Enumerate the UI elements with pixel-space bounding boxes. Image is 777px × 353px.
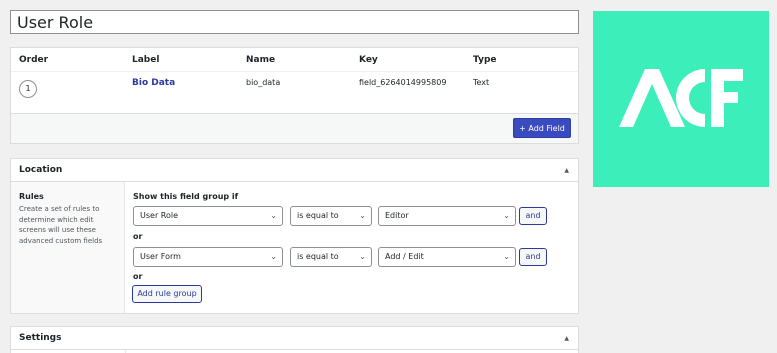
column-header-label: Label — [132, 55, 160, 65]
rule-value-value: Editor — [385, 211, 409, 220]
column-header-order: Order — [19, 55, 49, 65]
fields-table: Order Label Name Key Type 1 Bio Data bio… — [10, 47, 579, 144]
field-label-link[interactable]: Bio Data — [132, 78, 175, 88]
column-header-type: Type — [473, 55, 497, 65]
location-panel-header[interactable]: Location ▲ — [11, 159, 578, 182]
rule-param-select-1[interactable]: User Role ⌄ — [133, 206, 283, 226]
column-header-key: Key — [359, 55, 378, 65]
location-panel-title: Location — [19, 165, 63, 175]
rule-operator-value: is equal to — [297, 211, 339, 220]
chevron-down-icon: ⌄ — [270, 211, 277, 220]
acf-logo-icon — [619, 69, 743, 127]
rule-operator-select-2[interactable]: is equal to ⌄ — [290, 247, 372, 267]
collapse-arrow-icon[interactable]: ▲ — [564, 335, 569, 342]
chevron-down-icon: ⌄ — [270, 252, 277, 261]
add-field-button[interactable]: + Add Field — [513, 118, 571, 138]
location-panel: Location ▲ Rules Create a set of rules t… — [10, 158, 579, 314]
fields-table-footer: + Add Field — [11, 113, 578, 143]
collapse-arrow-icon[interactable]: ▲ — [564, 167, 569, 174]
field-name: bio_data — [246, 78, 281, 87]
rules-sidebar: Rules Create a set of rules to determine… — [11, 182, 125, 313]
settings-panel-title: Settings — [19, 333, 62, 343]
rule-param-value: User Role — [140, 211, 179, 220]
settings-panel: Settings ▲ — [10, 326, 579, 353]
chevron-down-icon: ⌄ — [503, 211, 510, 220]
or-label-2: or — [133, 272, 143, 281]
rules-editor: Show this field group if User Role ⌄ is … — [125, 182, 578, 313]
show-if-label: Show this field group if — [133, 192, 239, 201]
rule-param-select-2[interactable]: User Form ⌄ — [133, 247, 283, 267]
rules-title: Rules — [19, 192, 44, 201]
field-type: Text — [473, 78, 490, 87]
and-button-1[interactable]: and — [519, 207, 547, 225]
rules-description: Create a set of rules to determine which… — [19, 205, 103, 245]
rule-operator-value: is equal to — [297, 252, 339, 261]
field-group-title-input[interactable] — [10, 10, 579, 34]
field-key: field_6264014995809 — [359, 78, 447, 87]
rule-param-value: User Form — [140, 252, 181, 261]
rule-value-select-1[interactable]: Editor ⌄ — [378, 206, 516, 226]
rule-operator-select-1[interactable]: is equal to ⌄ — [290, 206, 372, 226]
rule-value-select-2[interactable]: Add / Edit ⌄ — [378, 247, 516, 267]
settings-panel-header[interactable]: Settings ▲ — [11, 327, 578, 350]
add-rule-group-button[interactable]: Add rule group — [132, 285, 202, 303]
or-label-1: or — [133, 232, 143, 241]
acf-logo — [593, 11, 769, 187]
fields-table-header: Order Label Name Key Type — [11, 48, 578, 72]
field-order-badge[interactable]: 1 — [19, 80, 37, 98]
chevron-down-icon: ⌄ — [359, 211, 366, 220]
column-header-name: Name — [246, 55, 276, 65]
and-button-2[interactable]: and — [519, 248, 547, 266]
rule-value-value: Add / Edit — [385, 252, 424, 261]
table-row[interactable]: 1 Bio Data bio_data field_6264014995809 … — [11, 72, 578, 114]
chevron-down-icon: ⌄ — [359, 252, 366, 261]
chevron-down-icon: ⌄ — [503, 252, 510, 261]
